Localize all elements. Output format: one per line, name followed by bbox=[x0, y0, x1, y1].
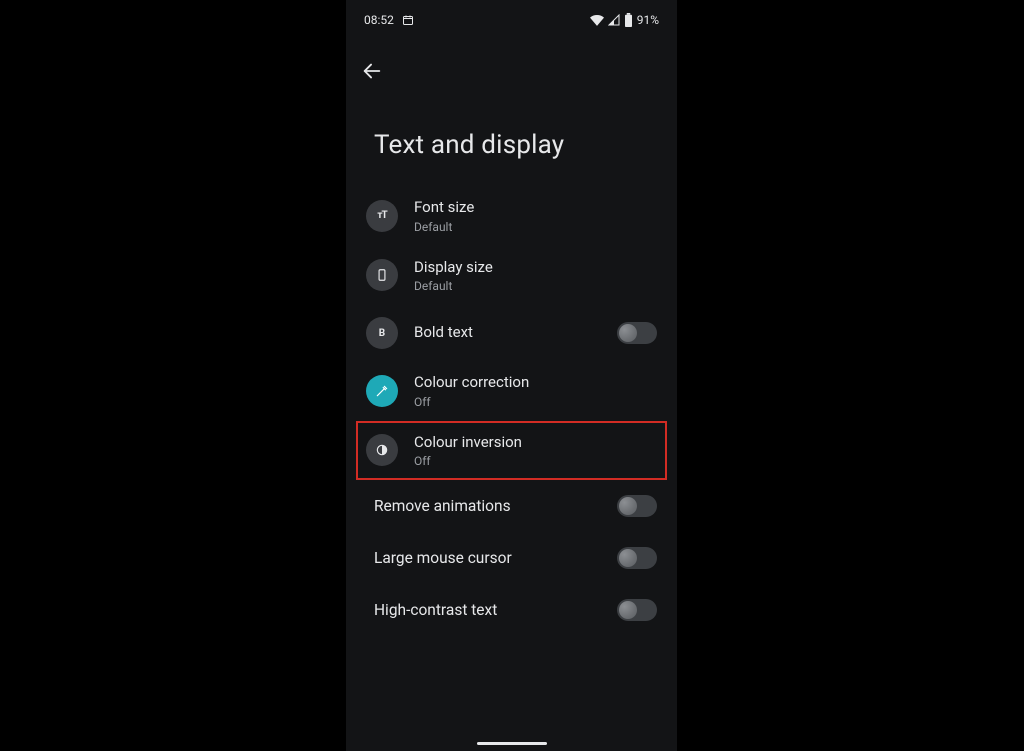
row-text: Large mouse cursor bbox=[374, 548, 609, 568]
row-text: Colour inversion Off bbox=[414, 433, 657, 469]
toggle-bold-text[interactable] bbox=[617, 322, 657, 344]
eyedropper-icon bbox=[366, 375, 398, 407]
row-trailing bbox=[617, 547, 657, 569]
row-font-size[interactable]: тT Font size Default bbox=[356, 186, 667, 246]
row-sub: Default bbox=[414, 279, 657, 293]
row-label: Remove animations bbox=[374, 496, 609, 516]
status-bar: 08:52 bbox=[346, 6, 677, 34]
row-trailing bbox=[617, 495, 657, 517]
text-size-icon: тT bbox=[366, 200, 398, 232]
arrow-left-icon bbox=[361, 60, 383, 85]
row-text: High-contrast text bbox=[374, 600, 609, 620]
row-remove-animations[interactable]: Remove animations bbox=[356, 480, 667, 532]
status-time: 08:52 bbox=[364, 13, 394, 27]
back-button[interactable] bbox=[352, 52, 392, 92]
row-label: Colour correction bbox=[414, 373, 657, 393]
nav-pill[interactable] bbox=[477, 742, 547, 745]
row-bold-text[interactable]: B Bold text bbox=[356, 305, 667, 361]
row-text: Remove animations bbox=[374, 496, 609, 516]
row-text: Display size Default bbox=[414, 258, 657, 294]
row-label: Bold text bbox=[414, 323, 609, 343]
row-high-contrast-text[interactable]: High-contrast text bbox=[356, 584, 667, 636]
row-text: Font size Default bbox=[414, 198, 657, 234]
toggle-large-mouse-cursor[interactable] bbox=[617, 547, 657, 569]
calendar-icon bbox=[402, 14, 414, 26]
toggle-high-contrast-text[interactable] bbox=[617, 599, 657, 621]
row-label: High-contrast text bbox=[374, 600, 609, 620]
row-display-size[interactable]: Display size Default bbox=[356, 246, 667, 306]
row-label: Large mouse cursor bbox=[374, 548, 609, 568]
nav-bar bbox=[346, 742, 677, 745]
row-colour-inversion[interactable]: Colour inversion Off bbox=[356, 421, 667, 481]
row-trailing bbox=[617, 599, 657, 621]
battery-icon bbox=[624, 13, 633, 27]
row-sub: Default bbox=[414, 220, 657, 234]
toggle-remove-animations[interactable] bbox=[617, 495, 657, 517]
row-text: Bold text bbox=[414, 323, 609, 343]
settings-list: тT Font size Default Display size Defaul… bbox=[346, 172, 677, 636]
display-size-icon bbox=[366, 259, 398, 291]
row-label: Colour inversion bbox=[414, 433, 657, 453]
battery-percent: 91% bbox=[637, 13, 659, 27]
status-right: 91% bbox=[590, 13, 659, 27]
row-colour-correction[interactable]: Colour correction Off bbox=[356, 361, 667, 421]
signal-icon bbox=[608, 14, 620, 26]
row-sub: Off bbox=[414, 395, 657, 409]
row-label: Display size bbox=[414, 258, 657, 278]
bold-icon: B bbox=[366, 317, 398, 349]
contrast-icon bbox=[366, 434, 398, 466]
row-sub: Off bbox=[414, 454, 657, 468]
row-text: Colour correction Off bbox=[414, 373, 657, 409]
top-app-bar bbox=[346, 34, 677, 92]
row-trailing bbox=[617, 322, 657, 344]
wifi-icon bbox=[590, 14, 604, 26]
row-large-mouse-cursor[interactable]: Large mouse cursor bbox=[356, 532, 667, 584]
row-label: Font size bbox=[414, 198, 657, 218]
phone-frame: 08:52 bbox=[346, 0, 677, 751]
stage: 08:52 bbox=[0, 0, 1024, 751]
status-left: 08:52 bbox=[364, 13, 414, 27]
page-title: Text and display bbox=[346, 92, 677, 172]
